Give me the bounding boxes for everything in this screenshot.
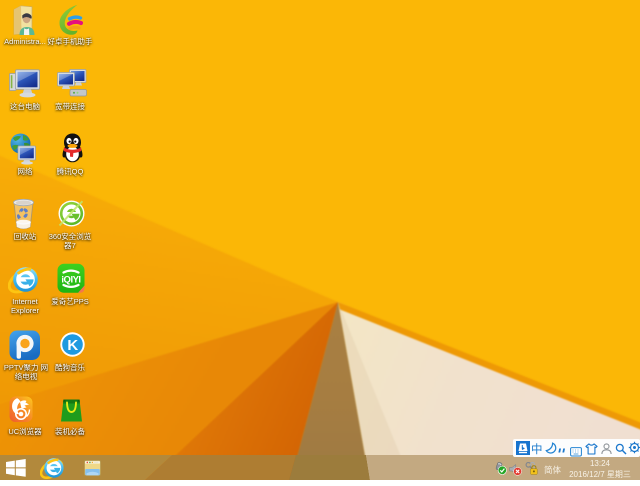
svg-text:iQIYI: iQIYI (61, 275, 80, 286)
svg-text:K: K (67, 337, 78, 354)
